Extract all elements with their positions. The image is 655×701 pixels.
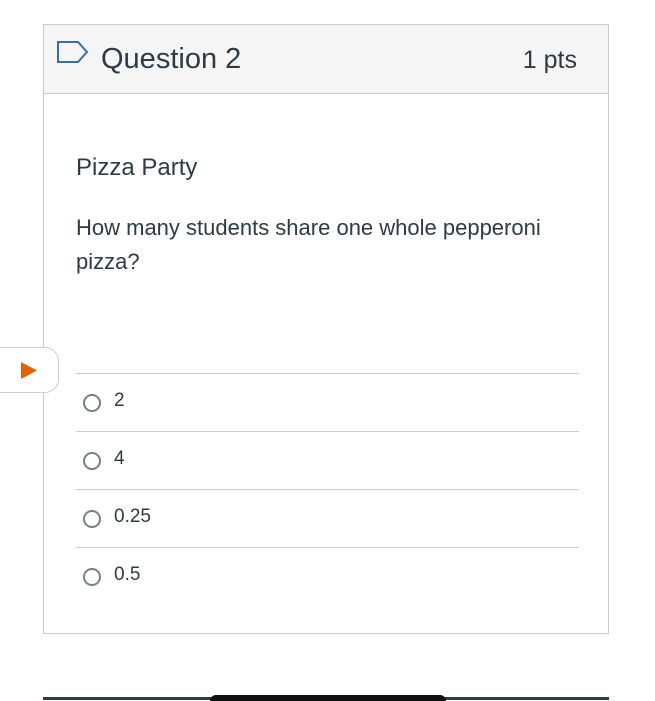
play-icon [21, 362, 37, 379]
next-section-tab [210, 695, 446, 701]
answer-option[interactable]: 4 [76, 431, 579, 489]
question-heading: Pizza Party [76, 154, 198, 181]
radio-button[interactable] [83, 510, 101, 528]
answer-label[interactable]: 0.5 [114, 562, 140, 588]
points-value: 1 pts [522, 46, 577, 74]
answer-label[interactable]: 0.25 [114, 504, 151, 530]
radio-button[interactable] [83, 568, 101, 586]
answer-label[interactable]: 2 [114, 388, 125, 414]
answer-list: 2 4 0.25 0.5 [76, 373, 579, 605]
question-title: Question 2 [101, 43, 242, 75]
answer-label[interactable]: 4 [114, 446, 125, 472]
radio-button[interactable] [83, 394, 101, 412]
question-header: Question 2 1 pts [44, 25, 608, 94]
radio-button[interactable] [83, 452, 101, 470]
answer-option[interactable]: 0.25 [76, 489, 579, 547]
side-expand-tab[interactable] [0, 347, 59, 393]
bookmark-flag-icon[interactable] [56, 40, 90, 66]
question-text: How many students share one whole pepper… [76, 215, 541, 274]
question-card: Question 2 1 pts Pizza Party How many st… [43, 24, 609, 634]
answer-option[interactable]: 0.5 [76, 547, 579, 605]
answer-option[interactable]: 2 [76, 373, 579, 431]
